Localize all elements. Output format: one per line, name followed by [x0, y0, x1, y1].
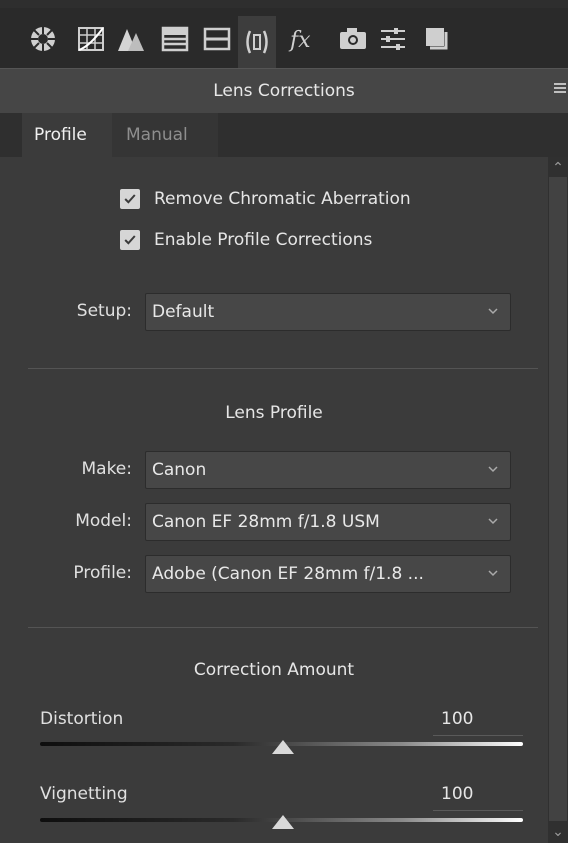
- profile-panel: Remove Chromatic Aberration Enable Profi…: [0, 157, 548, 843]
- tone-curve-icon[interactable]: [72, 20, 110, 58]
- profile-label: Profile:: [73, 563, 132, 583]
- divider: [28, 627, 538, 628]
- remove-chromatic-aberration-checkbox[interactable]: Remove Chromatic Aberration: [120, 189, 411, 209]
- chevron-down-icon: [488, 466, 498, 473]
- effects-icon[interactable]: fx: [284, 20, 322, 58]
- enable-profile-corrections-checkbox[interactable]: Enable Profile Corrections: [120, 230, 372, 250]
- hsl-icon[interactable]: [156, 20, 194, 58]
- vertical-scrollbar[interactable]: ⌃ ⌄: [548, 157, 568, 843]
- scroll-down-icon[interactable]: ⌄: [550, 825, 566, 839]
- model-dropdown[interactable]: Canon EF 28mm f/1.8 USM: [145, 503, 511, 541]
- setup-label: Setup:: [76, 301, 132, 321]
- camera-calibration-icon[interactable]: [334, 20, 372, 58]
- vignetting-slider-thumb[interactable]: [272, 815, 294, 829]
- model-label: Model:: [75, 511, 132, 531]
- chevron-down-icon: [488, 570, 498, 577]
- panel-menu-icon[interactable]: [554, 83, 566, 95]
- checkmark-icon: [120, 189, 140, 209]
- chevron-down-icon: [488, 308, 498, 315]
- vignetting-value-field[interactable]: 100: [433, 784, 523, 811]
- model-value: Canon EF 28mm f/1.8 USM: [152, 512, 380, 532]
- profile-dropdown[interactable]: Adobe (Canon EF 28mm f/1.8 ...: [145, 555, 511, 593]
- panel-toolbar: fx: [0, 8, 568, 68]
- scroll-thumb[interactable]: [549, 177, 567, 821]
- snapshots-icon[interactable]: [418, 20, 456, 58]
- top-edge: [0, 0, 568, 8]
- make-label: Make:: [81, 459, 132, 479]
- basic-icon[interactable]: [24, 20, 62, 58]
- detail-icon[interactable]: [112, 20, 150, 58]
- tab-bar: Profile Manual: [0, 113, 568, 157]
- distortion-slider-thumb[interactable]: [272, 740, 294, 754]
- panel-title: Lens Corrections: [213, 81, 355, 101]
- correction-amount-heading: Correction Amount: [193, 660, 355, 680]
- tab-profile[interactable]: Profile: [22, 113, 112, 157]
- vignetting-label: Vignetting: [40, 784, 128, 804]
- chevron-down-icon: [488, 518, 498, 525]
- divider: [28, 368, 538, 369]
- setup-value: Default: [152, 302, 215, 322]
- enable-profile-corrections-label: Enable Profile Corrections: [154, 230, 373, 250]
- distortion-label: Distortion: [40, 709, 124, 729]
- svg-text:fx: fx: [288, 28, 311, 53]
- make-value: Canon: [152, 460, 207, 480]
- profile-value: Adobe (Canon EF 28mm f/1.8 ...: [152, 564, 424, 584]
- setup-dropdown[interactable]: Default: [145, 293, 511, 331]
- presets-icon[interactable]: [374, 20, 412, 58]
- split-toning-icon[interactable]: [198, 20, 236, 58]
- lens-corrections-icon[interactable]: [238, 16, 276, 68]
- make-dropdown[interactable]: Canon: [145, 451, 511, 489]
- distortion-value-field[interactable]: 100: [433, 709, 523, 736]
- lens-profile-heading: Lens Profile: [225, 403, 323, 423]
- checkmark-icon: [120, 230, 140, 250]
- tab-manual[interactable]: Manual: [112, 113, 218, 157]
- remove-chromatic-aberration-label: Remove Chromatic Aberration: [154, 189, 411, 209]
- panel-header: Lens Corrections: [0, 68, 568, 114]
- scroll-up-icon[interactable]: ⌃: [550, 161, 566, 175]
